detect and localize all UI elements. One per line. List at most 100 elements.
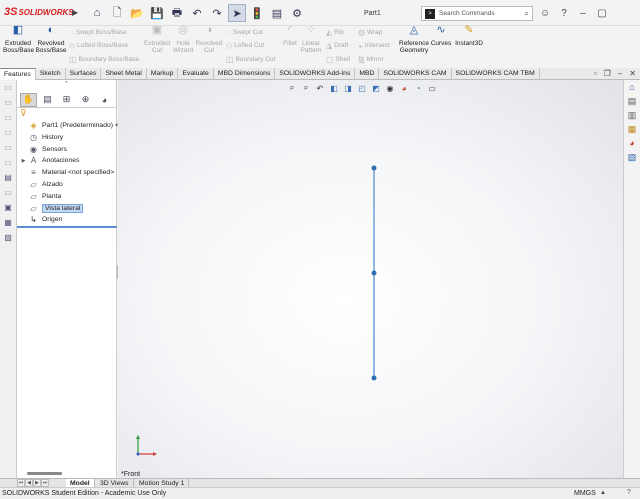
- tab-solidworks-cam-tbm[interactable]: SOLIDWORKS CAM TBM: [452, 68, 540, 80]
- quick-tips-icon[interactable]: ?: [624, 489, 634, 499]
- tab-surfaces[interactable]: Surfaces: [66, 68, 102, 80]
- tree-item[interactable]: ▶ A Anotaciones: [19, 155, 80, 166]
- print-icon[interactable]: 🖶: [168, 4, 186, 22]
- sketch-tool-icon[interactable]: ▭: [2, 188, 14, 200]
- tab-evaluate[interactable]: Evaluate: [178, 68, 214, 80]
- fillet-button[interactable]: ◜ Fillet: [280, 25, 300, 48]
- sketch-tool-icon[interactable]: ▭: [2, 113, 14, 125]
- revolved-cut-button[interactable]: ◑ Revolved Cut: [195, 25, 223, 55]
- mirror-button[interactable]: ⧎ Mirror: [358, 55, 384, 64]
- sketch-tool-icon[interactable]: ▤: [2, 173, 14, 185]
- tile-icon[interactable]: ▫: [594, 69, 597, 78]
- hole-wizard-button[interactable]: ◎ Hole Wizard: [171, 25, 195, 55]
- lofted-boss-button[interactable]: ◇ Lofted Boss/Base: [69, 41, 128, 50]
- redo-icon[interactable]: ↷: [208, 4, 226, 22]
- revolved-boss-button[interactable]: ◐ Revolved Boss/Base: [35, 25, 67, 55]
- restore-view-icon[interactable]: ❐: [604, 69, 611, 78]
- tab-sheet-metal[interactable]: Sheet Metal: [101, 68, 147, 80]
- new-document-icon[interactable]: 🗋: [108, 4, 126, 22]
- close-view-icon[interactable]: ✕: [629, 69, 636, 78]
- rebuild-icon[interactable]: 🚦: [248, 4, 266, 22]
- first-tab-icon[interactable]: ⏮: [17, 479, 25, 487]
- search-icon[interactable]: ⌕: [525, 9, 529, 19]
- display-manager-tab-icon[interactable]: ◕: [96, 93, 113, 107]
- sketch-endpoint[interactable]: [371, 165, 377, 171]
- extruded-cut-button[interactable]: ▣ Extruded Cut: [143, 25, 171, 55]
- save-icon[interactable]: 💾: [148, 4, 166, 22]
- boundary-boss-button[interactable]: ◫ Boundary Boss/Base: [69, 55, 139, 64]
- design-library-icon[interactable]: ▤: [626, 96, 638, 108]
- fm-collapse-icon[interactable]: ⌃: [17, 80, 116, 92]
- extruded-boss-button[interactable]: ◧ Extruded Boss/Base: [3, 25, 34, 55]
- tab-markup[interactable]: Markup: [147, 68, 179, 80]
- sketch-tool-icon[interactable]: ▭: [2, 128, 14, 140]
- sketch-tool-icon[interactable]: ▭: [2, 83, 14, 95]
- help-icon[interactable]: ?: [556, 5, 572, 21]
- intersect-button[interactable]: ◒ Intersect: [358, 41, 390, 50]
- wrap-button[interactable]: ◍ Wrap: [358, 28, 382, 37]
- tree-item[interactable]: ▱ Vista lateral: [19, 203, 84, 214]
- linear-pattern-button[interactable]: ⁘ Linear Pattern: [300, 25, 322, 55]
- configuration-manager-tab-icon[interactable]: ⊞: [58, 93, 75, 107]
- tree-item[interactable]: ▱ Alzado: [19, 179, 62, 190]
- boundary-cut-button[interactable]: ◫ Boundary Cut: [226, 55, 275, 64]
- expand-arrow-icon[interactable]: ▶: [19, 158, 28, 164]
- sketch-tool-icon[interactable]: ▭: [2, 158, 14, 170]
- lofted-cut-button[interactable]: ◇ Lofted Cut: [226, 41, 264, 50]
- horizontal-scrollbar[interactable]: [27, 472, 62, 475]
- file-explorer-icon[interactable]: ▥: [626, 110, 638, 122]
- tab-sketch[interactable]: Sketch: [36, 68, 66, 80]
- undo-icon[interactable]: ↶: [188, 4, 206, 22]
- tab-mbd[interactable]: MBD: [355, 68, 380, 80]
- solidworks-logo[interactable]: 3S SOLIDWORKS: [4, 6, 74, 18]
- next-tab-icon[interactable]: ▶: [33, 479, 41, 487]
- graphics-area[interactable]: ⌕ ⌕ ↶ ◧ ◨ ◰ ◩ ◉ ◕ ◔ ▭ *Front: [118, 80, 623, 478]
- solidworks-resources-icon[interactable]: ⌂: [626, 82, 638, 94]
- minimize-view-icon[interactable]: –: [618, 69, 622, 78]
- tab-features[interactable]: Features: [0, 68, 36, 80]
- user-icon[interactable]: ☺: [537, 5, 553, 21]
- tree-item[interactable]: ≡ Material <not specified>: [19, 167, 114, 178]
- draft-button[interactable]: ◮ Draft: [326, 41, 348, 50]
- sketch-tool-icon[interactable]: ▭: [2, 98, 14, 110]
- curves-button[interactable]: ∿ Curves: [430, 25, 452, 48]
- tab-mbd-dimensions[interactable]: MBD Dimensions: [214, 68, 276, 80]
- filter-icon[interactable]: ⊽: [17, 108, 116, 120]
- tab-solidworks-add-ins[interactable]: SOLIDWORKS Add-Ins: [275, 68, 356, 80]
- tree-item[interactable]: ▱ Planta: [19, 191, 61, 202]
- tab-solidworks-cam[interactable]: SOLIDWORKS CAM: [379, 68, 452, 80]
- shell-button[interactable]: ▢ Shell: [326, 55, 350, 64]
- sketch-tool-icon[interactable]: ▭: [2, 143, 14, 155]
- prev-tab-icon[interactable]: ◀: [25, 479, 33, 487]
- menu-expand-icon[interactable]: ▶: [72, 8, 78, 17]
- rollback-bar[interactable]: [17, 226, 117, 228]
- file-properties-icon[interactable]: ▤: [268, 4, 286, 22]
- reference-geometry-button[interactable]: ◬ Reference Geometry: [398, 25, 430, 55]
- restore-icon[interactable]: ▢: [594, 5, 610, 21]
- dimxpert-tab-icon[interactable]: ⊕: [77, 93, 94, 107]
- property-manager-tab-icon[interactable]: ▤: [39, 93, 56, 107]
- sketch-endpoint[interactable]: [371, 375, 377, 381]
- home-icon[interactable]: ⌂: [88, 4, 106, 22]
- last-tab-icon[interactable]: ⏭: [41, 479, 49, 487]
- select-icon[interactable]: ➤: [228, 4, 246, 22]
- tree-item[interactable]: ◷ History: [19, 132, 63, 143]
- custom-properties-icon[interactable]: ▧: [626, 152, 638, 164]
- tree-item[interactable]: ◉ Sensors: [19, 144, 67, 155]
- feature-manager-tab-icon[interactable]: ✋: [20, 92, 37, 107]
- rib-button[interactable]: ◭ Rib: [326, 28, 344, 37]
- view-palette-icon[interactable]: ▦: [626, 124, 638, 136]
- options-icon[interactable]: ⚙: [288, 4, 306, 22]
- sketch-tool-icon[interactable]: ▣: [2, 203, 14, 215]
- unit-system[interactable]: MMGS: [574, 490, 596, 497]
- sketch-tool-icon[interactable]: ▦: [2, 218, 14, 230]
- instant3d-button[interactable]: ✎ Instant3D: [454, 25, 484, 48]
- sketch-midpoint[interactable]: [371, 270, 377, 276]
- search-commands[interactable]: > Search Commands ⌕: [421, 6, 533, 21]
- sketch-tool-icon[interactable]: ▧: [2, 233, 14, 245]
- appearances-icon[interactable]: ◕: [626, 138, 638, 150]
- unit-system-arrow-icon[interactable]: ▲: [600, 490, 606, 496]
- minimize-icon[interactable]: –: [575, 5, 591, 21]
- tree-item[interactable]: ↳ Origen: [19, 214, 62, 225]
- swept-cut-button[interactable]: ◌ Swept Cut: [226, 28, 263, 37]
